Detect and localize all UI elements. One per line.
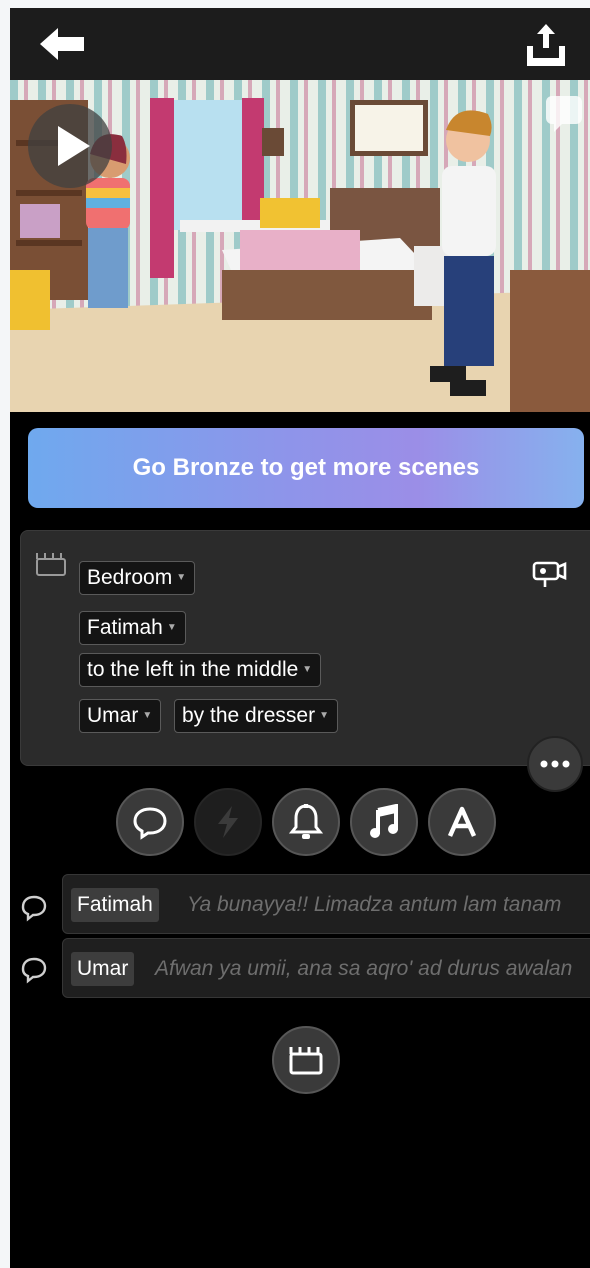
share-upload-icon[interactable] (522, 20, 570, 68)
music-note-icon (370, 804, 398, 838)
more-options-button[interactable] (527, 736, 583, 792)
character2-position-dropdown[interactable]: by the dresser ▼ (174, 699, 338, 733)
dropdown-arrow-icon: ▼ (166, 622, 177, 634)
add-sound-effect-button[interactable] (272, 788, 340, 856)
speech-bubble-icon (21, 957, 47, 984)
add-scene-button[interactable] (272, 1026, 340, 1094)
location-value: Bedroom (87, 566, 173, 589)
scene-preview[interactable] (10, 80, 590, 412)
clapperboard-icon (36, 553, 66, 576)
lightning-icon (218, 806, 238, 838)
play-icon[interactable] (28, 104, 112, 188)
more-dots-icon (540, 760, 570, 768)
speech-bubble-icon (133, 807, 167, 840)
character1-position-value: to the left in the middle (87, 658, 299, 681)
top-bar (10, 8, 590, 80)
location-dropdown[interactable]: Bedroom ▼ (79, 561, 196, 595)
add-dialogue-button[interactable] (116, 788, 184, 856)
go-bronze-label: Go Bronze to get more scenes (132, 454, 480, 481)
add-music-button[interactable] (350, 788, 418, 856)
dialogue-text: Afwan ya umii, ana sa aqro' ad durus awa… (155, 957, 573, 980)
app-screen: Go Bronze to get more scenes Bedroom ▼ Fa… (10, 8, 590, 1268)
dropdown-arrow-icon: ▼ (142, 710, 153, 722)
character2-dropdown[interactable]: Umar ▼ (79, 699, 162, 733)
speech-bubble-icon (21, 895, 47, 922)
dialogue-line[interactable]: Umar Afwan ya umii, ana sa aqro' ad duru… (62, 938, 590, 998)
dialogue-line[interactable]: Fatimah Ya bunayya!! Limadza antum lam t… (62, 874, 590, 934)
go-bronze-button[interactable]: Go Bronze to get more scenes (28, 428, 584, 508)
character2-position-value: by the dresser (182, 704, 316, 727)
back-arrow-icon[interactable] (36, 24, 92, 64)
dialogue-speaker: Umar (71, 952, 135, 986)
bell-icon (289, 804, 323, 839)
text-a-icon (447, 806, 477, 837)
character1-value: Fatimah (87, 616, 163, 639)
add-action-button[interactable] (194, 788, 262, 856)
character2-value: Umar (87, 704, 139, 727)
scene-settings-card: Bedroom ▼ Fatimah ▼ to the left in the mid… (20, 530, 590, 766)
camera-icon[interactable] (531, 557, 569, 591)
dropdown-arrow-icon: ▼ (319, 710, 329, 722)
dialogue-speaker: Fatimah (71, 888, 159, 922)
clapperboard-icon (289, 1047, 323, 1075)
dialogue-text: Ya bunayya!! Limadza antum lam tanam (187, 893, 562, 916)
add-text-button[interactable] (428, 788, 496, 856)
dropdown-arrow-icon: ▼ (302, 664, 313, 676)
character1-dropdown[interactable]: Fatimah ▼ (79, 611, 186, 645)
character1-position-dropdown[interactable]: to the left in the middle ▼ (79, 653, 322, 687)
dropdown-arrow-icon: ▼ (176, 572, 187, 584)
